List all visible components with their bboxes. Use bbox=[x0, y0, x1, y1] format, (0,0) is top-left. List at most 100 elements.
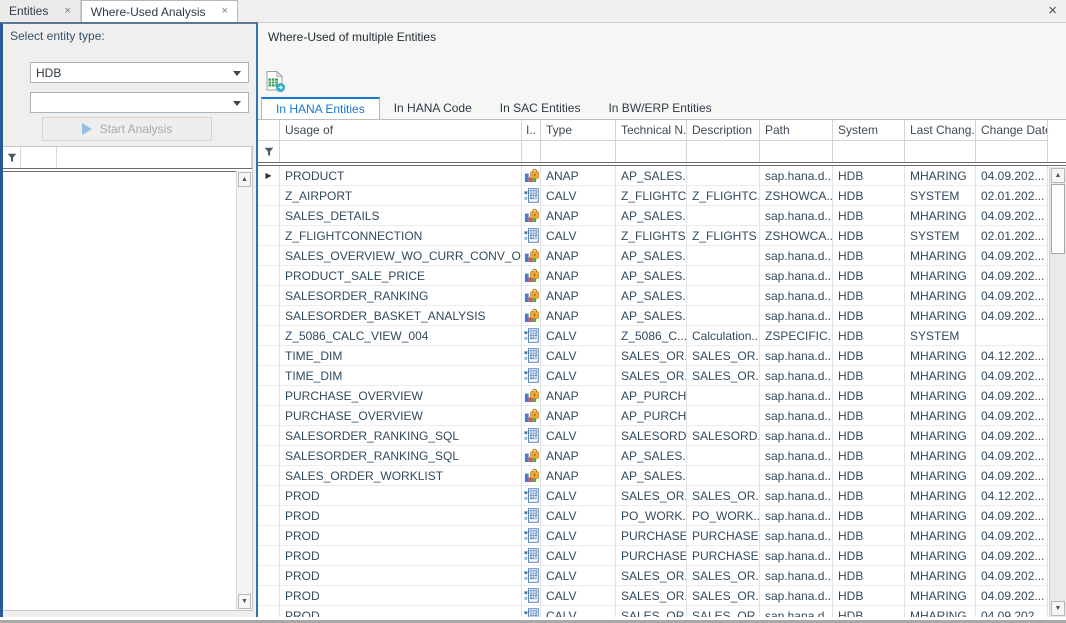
filter-cell[interactable] bbox=[21, 147, 57, 168]
row-indicator: ▶ bbox=[258, 426, 280, 446]
table-row[interactable]: ▶ PROD CALV PURCHASE... PURCHASE... sap.… bbox=[258, 546, 1048, 566]
tab-in-hana-entities[interactable]: In HANA Entities bbox=[261, 97, 380, 119]
filter-cell[interactable] bbox=[522, 141, 541, 162]
filter-separator bbox=[3, 168, 252, 172]
row-indicator: ▶ bbox=[258, 306, 280, 326]
table-row[interactable]: ▶ SALESORDER_RANKING_SQL CALV SALESORD..… bbox=[258, 426, 1048, 446]
technical-name-cell: PURCHASE... bbox=[616, 546, 687, 566]
header-technical-name[interactable]: Technical N... bbox=[616, 120, 687, 141]
entity-list-filter-row[interactable] bbox=[3, 147, 252, 168]
start-analysis-button[interactable]: Start Analysis bbox=[42, 117, 212, 141]
table-row[interactable]: ▶ Z_FLIGHTCONNECTION CALV Z_FLIGHTS Z_FL… bbox=[258, 226, 1048, 246]
table-row[interactable]: ▶ PROD CALV SALES_OR... SALES_OR... sap.… bbox=[258, 606, 1048, 617]
scroll-up-icon[interactable]: ▲ bbox=[238, 172, 251, 187]
table-row[interactable]: ▶ SALES_OVERVIEW_WO_CURR_CONV_OPT ANAP A… bbox=[258, 246, 1048, 266]
table-row[interactable]: ▶ SALES_ORDER_WORKLIST ANAP AP_SALES... … bbox=[258, 466, 1048, 486]
tab-where-used-analysis[interactable]: Where-Used Analysis × bbox=[81, 0, 238, 22]
filter-cell[interactable] bbox=[833, 141, 905, 162]
table-row[interactable]: ▶ TIME_DIM CALV SALES_OR... SALES_OR... … bbox=[258, 366, 1048, 386]
filter-cell[interactable] bbox=[976, 141, 1048, 162]
technical-name-cell: SALES_OR... bbox=[616, 566, 687, 586]
row-indicator: ▶ bbox=[258, 246, 280, 266]
technical-name-cell: PURCHASE... bbox=[616, 526, 687, 546]
filter-cell[interactable] bbox=[616, 141, 687, 162]
anap-view-icon bbox=[524, 308, 539, 323]
filter-cell[interactable] bbox=[280, 141, 522, 162]
filter-cell[interactable] bbox=[760, 141, 833, 162]
table-row[interactable]: ▶ SALESORDER_RANKING_SQL ANAP AP_SALES..… bbox=[258, 446, 1048, 466]
header-system[interactable]: System bbox=[833, 120, 905, 141]
usage-of-cell: SALES_ORDER_WORKLIST bbox=[280, 466, 522, 486]
header-usage-of[interactable]: Usage of bbox=[280, 120, 522, 141]
entity-type-value: HDB bbox=[36, 66, 61, 80]
change-date-cell: 04.09.202... bbox=[976, 166, 1048, 186]
header-change-date[interactable]: Change Date bbox=[976, 120, 1048, 141]
table-row[interactable]: ▶ Z_5086_CALC_VIEW_004 CALV Z_5086_C... … bbox=[258, 326, 1048, 346]
table-row[interactable]: ▶ TIME_DIM CALV SALES_OR... SALES_OR... … bbox=[258, 346, 1048, 366]
change-date-cell: 04.12.202... bbox=[976, 486, 1048, 506]
entity-list-scrollbar[interactable]: ▲ ▼ bbox=[236, 171, 252, 610]
tab-in-bw-erp-entities[interactable]: In BW/ERP Entities bbox=[594, 97, 725, 119]
table-row[interactable]: ▶ PROD CALV PO_WORK... PO_WORK... sap.ha… bbox=[258, 506, 1048, 526]
usage-of-cell: Z_5086_CALC_VIEW_004 bbox=[280, 326, 522, 346]
row-indicator: ▶ bbox=[258, 526, 280, 546]
header-last-changed[interactable]: Last Chang... bbox=[905, 120, 976, 141]
tab-in-sac-entities[interactable]: In SAC Entities bbox=[486, 97, 595, 119]
scroll-down-icon[interactable]: ▼ bbox=[238, 594, 251, 609]
header-type[interactable]: Type bbox=[541, 120, 616, 141]
table-row[interactable]: ▶ PROD CALV PURCHASE... PURCHASE... sap.… bbox=[258, 526, 1048, 546]
row-indicator: ▶ bbox=[258, 226, 280, 246]
entity-dropdown[interactable] bbox=[30, 92, 249, 113]
technical-name-cell: SALES_OR... bbox=[616, 366, 687, 386]
scrollbar-thumb[interactable] bbox=[1051, 184, 1065, 254]
tab-close-icon[interactable]: × bbox=[64, 6, 70, 17]
tab-entities[interactable]: Entities × bbox=[0, 0, 81, 22]
table-row[interactable]: ▶ SALES_DETAILS ANAP AP_SALES... sap.han… bbox=[258, 206, 1048, 226]
calv-view-icon bbox=[524, 348, 539, 363]
table-row[interactable]: ▶ PROD CALV SALES_OR... SALES_OR... sap.… bbox=[258, 486, 1048, 506]
table-row[interactable]: ▶ SALESORDER_BASKET_ANALYSIS ANAP AP_SAL… bbox=[258, 306, 1048, 326]
close-icon[interactable]: × bbox=[1048, 2, 1057, 19]
path-cell: sap.hana.d... bbox=[760, 166, 833, 186]
row-indicator: ▶ bbox=[258, 366, 280, 386]
table-row[interactable]: ▶ PRODUCT ANAP AP_SALES... sap.hana.d...… bbox=[258, 166, 1048, 186]
header-path[interactable]: Path bbox=[760, 120, 833, 141]
filter-cell[interactable] bbox=[3, 147, 21, 168]
description-cell: SALES_OR... bbox=[687, 566, 760, 586]
table-row[interactable]: ▶ Z_AIRPORT CALV Z_FLIGHTC... Z_FLIGHTC.… bbox=[258, 186, 1048, 206]
scroll-down-icon[interactable]: ▼ bbox=[1051, 601, 1065, 616]
content-area: Select entity type: HDB Start Analysis bbox=[0, 22, 1066, 617]
header-icon[interactable]: I.. bbox=[522, 120, 541, 141]
row-indicator: ▶ bbox=[258, 406, 280, 426]
table-row[interactable]: ▶ SALESORDER_RANKING ANAP AP_SALES... sa… bbox=[258, 286, 1048, 306]
table-row[interactable]: ▶ PROD CALV SALES_OR... SALES_OR... sap.… bbox=[258, 586, 1048, 606]
filter-cell[interactable] bbox=[57, 147, 252, 168]
table-row[interactable]: ▶ PURCHASE_OVERVIEW ANAP AP_PURCH... sap… bbox=[258, 386, 1048, 406]
last-changed-cell: MHARING bbox=[905, 446, 976, 466]
technical-name-cell: AP_SALES... bbox=[616, 306, 687, 326]
header-indicator bbox=[258, 120, 280, 141]
usage-of-cell: PROD bbox=[280, 566, 522, 586]
table-row[interactable]: ▶ PROD CALV SALES_OR... SALES_OR... sap.… bbox=[258, 566, 1048, 586]
export-to-excel-button[interactable] bbox=[264, 70, 286, 92]
system-cell: HDB bbox=[833, 546, 905, 566]
row-indicator: ▶ bbox=[258, 466, 280, 486]
header-description[interactable]: Description bbox=[687, 120, 760, 141]
table-row[interactable]: ▶ PRODUCT_SALE_PRICE ANAP AP_SALES... sa… bbox=[258, 266, 1048, 286]
grid-vertical-scrollbar[interactable]: ▲ ▼ bbox=[1049, 167, 1066, 617]
calv-view-icon bbox=[524, 368, 539, 383]
row-indicator: ▶ bbox=[258, 446, 280, 466]
type-cell: ANAP bbox=[541, 306, 616, 326]
filter-cell[interactable] bbox=[905, 141, 976, 162]
anap-view-icon bbox=[524, 208, 539, 223]
usage-of-cell: SALES_OVERVIEW_WO_CURR_CONV_OPT bbox=[280, 246, 522, 266]
last-changed-cell: MHARING bbox=[905, 606, 976, 617]
tab-close-icon[interactable]: × bbox=[222, 6, 228, 17]
entity-type-dropdown[interactable]: HDB bbox=[30, 62, 249, 83]
select-entity-type-label: Select entity type: bbox=[10, 29, 105, 43]
scroll-up-icon[interactable]: ▲ bbox=[1051, 168, 1065, 183]
table-row[interactable]: ▶ PURCHASE_OVERVIEW ANAP AP_PURCH... sap… bbox=[258, 406, 1048, 426]
filter-cell[interactable] bbox=[541, 141, 616, 162]
tab-in-hana-code[interactable]: In HANA Code bbox=[380, 97, 486, 119]
filter-cell[interactable] bbox=[687, 141, 760, 162]
